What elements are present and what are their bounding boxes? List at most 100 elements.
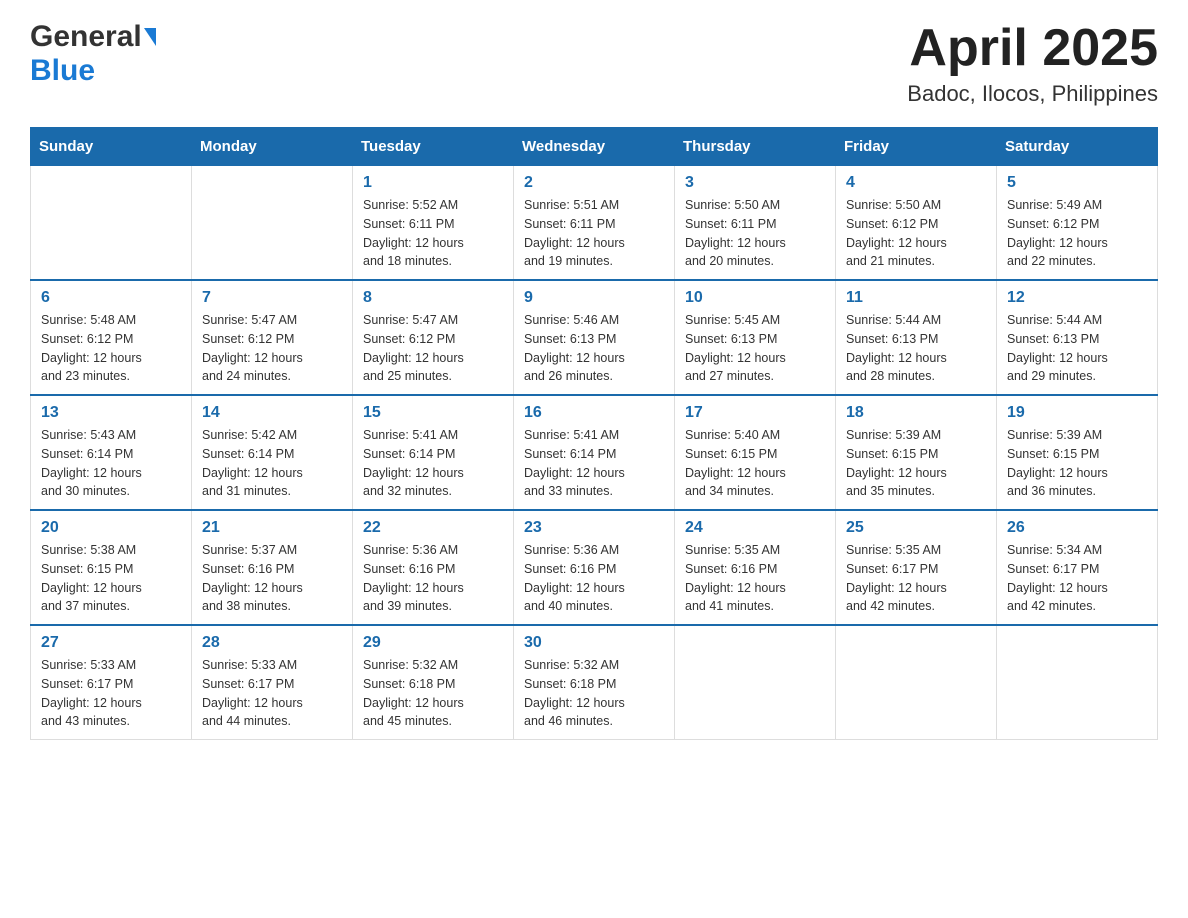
- day-number: 15: [363, 404, 503, 422]
- day-info: Sunrise: 5:39 AM Sunset: 6:15 PM Dayligh…: [846, 426, 986, 501]
- day-number: 12: [1007, 289, 1147, 307]
- calendar-cell: 30 Sunrise: 5:32 AM Sunset: 6:18 PM Dayli…: [514, 625, 675, 740]
- day-info: Sunrise: 5:50 AM Sunset: 6:11 PM Dayligh…: [685, 196, 825, 271]
- calendar-cell: [997, 625, 1158, 740]
- day-info: Sunrise: 5:45 AM Sunset: 6:13 PM Dayligh…: [685, 311, 825, 386]
- day-info: Sunrise: 5:50 AM Sunset: 6:12 PM Dayligh…: [846, 196, 986, 271]
- calendar-cell: 14 Sunrise: 5:42 AM Sunset: 6:14 PM Dayli…: [192, 395, 353, 510]
- day-number: 8: [363, 289, 503, 307]
- day-number: 16: [524, 404, 664, 422]
- calendar-cell: 16 Sunrise: 5:41 AM Sunset: 6:14 PM Dayli…: [514, 395, 675, 510]
- calendar-cell: 17 Sunrise: 5:40 AM Sunset: 6:15 PM Dayli…: [675, 395, 836, 510]
- day-info: Sunrise: 5:35 AM Sunset: 6:17 PM Dayligh…: [846, 541, 986, 616]
- calendar-cell: 22 Sunrise: 5:36 AM Sunset: 6:16 PM Dayli…: [353, 510, 514, 625]
- calendar-table: SundayMondayTuesdayWednesdayThursdayFrid…: [30, 127, 1158, 740]
- calendar-cell: 3 Sunrise: 5:50 AM Sunset: 6:11 PM Daylig…: [675, 166, 836, 281]
- calendar-cell: 7Sunrise: 5:47 AM Sunset: 6:12 PM Daylig…: [192, 280, 353, 395]
- weekday-header-monday: Monday: [192, 128, 353, 166]
- weekday-header-tuesday: Tuesday: [353, 128, 514, 166]
- calendar-cell: 15 Sunrise: 5:41 AM Sunset: 6:14 PM Dayli…: [353, 395, 514, 510]
- day-number: 19: [1007, 404, 1147, 422]
- day-info: Sunrise: 5:47 AM Sunset: 6:12 PM Dayligh…: [202, 311, 342, 386]
- page-header: General Blue April 2025 Badoc, Ilocos, P…: [30, 20, 1158, 107]
- calendar-cell: 26Sunrise: 5:34 AM Sunset: 6:17 PM Dayli…: [997, 510, 1158, 625]
- day-info: Sunrise: 5:33 AM Sunset: 6:17 PM Dayligh…: [41, 656, 181, 731]
- calendar-cell: 10 Sunrise: 5:45 AM Sunset: 6:13 PM Dayli…: [675, 280, 836, 395]
- calendar-week-row: 1Sunrise: 5:52 AM Sunset: 6:11 PM Daylig…: [31, 166, 1158, 281]
- day-info: Sunrise: 5:52 AM Sunset: 6:11 PM Dayligh…: [363, 196, 503, 271]
- calendar-cell: 5 Sunrise: 5:49 AM Sunset: 6:12 PM Daylig…: [997, 166, 1158, 281]
- day-number: 5: [1007, 174, 1147, 192]
- day-number: 26: [1007, 519, 1147, 537]
- day-info: Sunrise: 5:47 AM Sunset: 6:12 PM Dayligh…: [363, 311, 503, 386]
- day-number: 4: [846, 174, 986, 192]
- calendar-cell: 6 Sunrise: 5:48 AM Sunset: 6:12 PM Daylig…: [31, 280, 192, 395]
- title-block: April 2025 Badoc, Ilocos, Philippines: [907, 20, 1158, 107]
- day-number: 3: [685, 174, 825, 192]
- day-info: Sunrise: 5:40 AM Sunset: 6:15 PM Dayligh…: [685, 426, 825, 501]
- day-number: 27: [41, 634, 181, 652]
- calendar-cell: 29 Sunrise: 5:32 AM Sunset: 6:18 PM Dayli…: [353, 625, 514, 740]
- calendar-cell: 20Sunrise: 5:38 AM Sunset: 6:15 PM Dayli…: [31, 510, 192, 625]
- day-info: Sunrise: 5:44 AM Sunset: 6:13 PM Dayligh…: [846, 311, 986, 386]
- day-number: 24: [685, 519, 825, 537]
- calendar-cell: 1Sunrise: 5:52 AM Sunset: 6:11 PM Daylig…: [353, 166, 514, 281]
- calendar-cell: 19 Sunrise: 5:39 AM Sunset: 6:15 PM Dayli…: [997, 395, 1158, 510]
- day-number: 9: [524, 289, 664, 307]
- calendar-week-row: 20Sunrise: 5:38 AM Sunset: 6:15 PM Dayli…: [31, 510, 1158, 625]
- day-info: Sunrise: 5:32 AM Sunset: 6:18 PM Dayligh…: [524, 656, 664, 731]
- day-info: Sunrise: 5:39 AM Sunset: 6:15 PM Dayligh…: [1007, 426, 1147, 501]
- calendar-cell: 25 Sunrise: 5:35 AM Sunset: 6:17 PM Dayli…: [836, 510, 997, 625]
- day-number: 6: [41, 289, 181, 307]
- calendar-header-row: SundayMondayTuesdayWednesdayThursdayFrid…: [31, 128, 1158, 166]
- weekday-header-friday: Friday: [836, 128, 997, 166]
- calendar-cell: [31, 166, 192, 281]
- day-info: Sunrise: 5:35 AM Sunset: 6:16 PM Dayligh…: [685, 541, 825, 616]
- logo-arrow-icon: [144, 28, 156, 46]
- calendar-cell: 23Sunrise: 5:36 AM Sunset: 6:16 PM Dayli…: [514, 510, 675, 625]
- logo-blue-text: Blue: [30, 54, 95, 87]
- weekday-header-sunday: Sunday: [31, 128, 192, 166]
- logo: General Blue: [30, 20, 156, 88]
- day-info: Sunrise: 5:41 AM Sunset: 6:14 PM Dayligh…: [524, 426, 664, 501]
- calendar-week-row: 27 Sunrise: 5:33 AM Sunset: 6:17 PM Dayli…: [31, 625, 1158, 740]
- day-info: Sunrise: 5:46 AM Sunset: 6:13 PM Dayligh…: [524, 311, 664, 386]
- day-info: Sunrise: 5:36 AM Sunset: 6:16 PM Dayligh…: [524, 541, 664, 616]
- calendar-cell: 11 Sunrise: 5:44 AM Sunset: 6:13 PM Dayli…: [836, 280, 997, 395]
- day-number: 20: [41, 519, 181, 537]
- calendar-cell: [675, 625, 836, 740]
- weekday-header-wednesday: Wednesday: [514, 128, 675, 166]
- calendar-cell: [192, 166, 353, 281]
- calendar-cell: 12 Sunrise: 5:44 AM Sunset: 6:13 PM Dayli…: [997, 280, 1158, 395]
- calendar-cell: 4 Sunrise: 5:50 AM Sunset: 6:12 PM Daylig…: [836, 166, 997, 281]
- calendar-cell: 2Sunrise: 5:51 AM Sunset: 6:11 PM Daylig…: [514, 166, 675, 281]
- day-number: 25: [846, 519, 986, 537]
- day-info: Sunrise: 5:32 AM Sunset: 6:18 PM Dayligh…: [363, 656, 503, 731]
- calendar-week-row: 6 Sunrise: 5:48 AM Sunset: 6:12 PM Daylig…: [31, 280, 1158, 395]
- calendar-title: April 2025: [907, 20, 1158, 77]
- calendar-cell: 9 Sunrise: 5:46 AM Sunset: 6:13 PM Daylig…: [514, 280, 675, 395]
- day-number: 30: [524, 634, 664, 652]
- day-info: Sunrise: 5:49 AM Sunset: 6:12 PM Dayligh…: [1007, 196, 1147, 271]
- day-number: 11: [846, 289, 986, 307]
- calendar-cell: 24 Sunrise: 5:35 AM Sunset: 6:16 PM Dayli…: [675, 510, 836, 625]
- calendar-cell: 18 Sunrise: 5:39 AM Sunset: 6:15 PM Dayli…: [836, 395, 997, 510]
- day-info: Sunrise: 5:33 AM Sunset: 6:17 PM Dayligh…: [202, 656, 342, 731]
- calendar-cell: 21Sunrise: 5:37 AM Sunset: 6:16 PM Dayli…: [192, 510, 353, 625]
- day-info: Sunrise: 5:44 AM Sunset: 6:13 PM Dayligh…: [1007, 311, 1147, 386]
- day-info: Sunrise: 5:36 AM Sunset: 6:16 PM Dayligh…: [363, 541, 503, 616]
- logo-general-text: General: [30, 20, 142, 54]
- day-info: Sunrise: 5:51 AM Sunset: 6:11 PM Dayligh…: [524, 196, 664, 271]
- day-number: 10: [685, 289, 825, 307]
- day-info: Sunrise: 5:37 AM Sunset: 6:16 PM Dayligh…: [202, 541, 342, 616]
- calendar-cell: [836, 625, 997, 740]
- day-number: 17: [685, 404, 825, 422]
- day-number: 14: [202, 404, 342, 422]
- day-info: Sunrise: 5:41 AM Sunset: 6:14 PM Dayligh…: [363, 426, 503, 501]
- day-number: 29: [363, 634, 503, 652]
- day-number: 22: [363, 519, 503, 537]
- day-info: Sunrise: 5:48 AM Sunset: 6:12 PM Dayligh…: [41, 311, 181, 386]
- day-number: 18: [846, 404, 986, 422]
- day-info: Sunrise: 5:42 AM Sunset: 6:14 PM Dayligh…: [202, 426, 342, 501]
- weekday-header-saturday: Saturday: [997, 128, 1158, 166]
